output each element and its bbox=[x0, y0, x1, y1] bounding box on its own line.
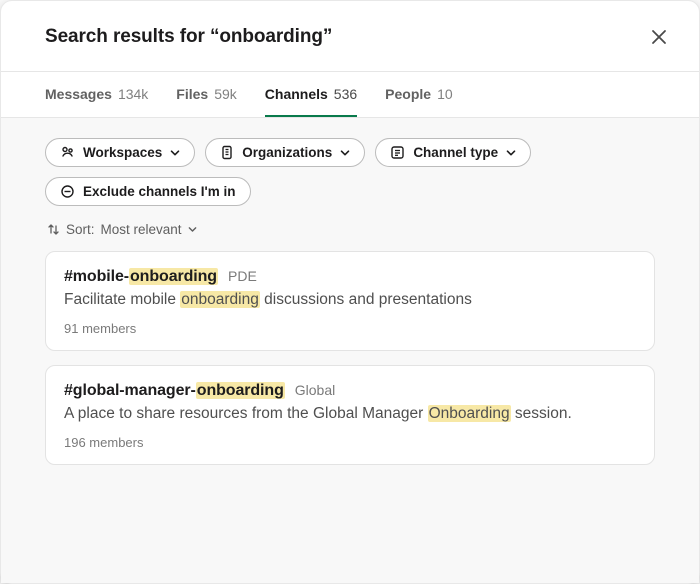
filter-exclude-my-channels[interactable]: Exclude channels I'm in bbox=[45, 177, 251, 206]
tab-count: 536 bbox=[334, 86, 357, 102]
close-icon bbox=[650, 28, 668, 46]
highlight: onboarding bbox=[129, 268, 218, 285]
channel-type-icon bbox=[390, 145, 405, 160]
highlight: onboarding bbox=[196, 382, 285, 399]
channel-result[interactable]: #mobile-onboarding PDE Facilitate mobile… bbox=[45, 251, 655, 351]
filter-row: Workspaces Organizations Channel type Ex… bbox=[45, 138, 655, 206]
member-count: 91 members bbox=[64, 321, 636, 336]
filter-label: Organizations bbox=[242, 145, 332, 160]
channel-name: #global-manager-onboarding bbox=[64, 382, 285, 400]
tab-label: Channels bbox=[265, 86, 328, 102]
filter-channel-type[interactable]: Channel type bbox=[375, 138, 531, 167]
highlight: onboarding bbox=[180, 291, 260, 308]
search-results-panel: Search results for “onboarding” Messages… bbox=[0, 0, 700, 584]
result-header: #mobile-onboarding PDE bbox=[64, 268, 636, 286]
tab-label: Files bbox=[176, 86, 208, 102]
tab-label: Messages bbox=[45, 86, 112, 102]
close-button[interactable] bbox=[645, 23, 673, 51]
tab-label: People bbox=[385, 86, 431, 102]
tab-count: 10 bbox=[437, 86, 453, 102]
highlight: Onboarding bbox=[428, 405, 511, 422]
channel-description: Facilitate mobile onboarding discussions… bbox=[64, 290, 636, 311]
channel-description: A place to share resources from the Glob… bbox=[64, 404, 636, 425]
filter-label: Channel type bbox=[413, 145, 498, 160]
tab-count: 134k bbox=[118, 86, 148, 102]
sort-icon bbox=[47, 223, 60, 236]
chevron-down-icon bbox=[170, 148, 180, 158]
result-header: #global-manager-onboarding Global bbox=[64, 382, 636, 400]
tab-messages[interactable]: Messages 134k bbox=[45, 72, 148, 117]
sort-control[interactable]: Sort: Most relevant bbox=[47, 222, 655, 237]
tab-count: 59k bbox=[214, 86, 237, 102]
chevron-down-icon bbox=[188, 225, 197, 234]
search-tabs: Messages 134k Files 59k Channels 536 Peo… bbox=[1, 72, 699, 118]
chevron-down-icon bbox=[506, 148, 516, 158]
channel-name: #mobile-onboarding bbox=[64, 268, 218, 286]
header: Search results for “onboarding” bbox=[1, 1, 699, 71]
sort-value: Most relevant bbox=[101, 222, 182, 237]
member-count: 196 members bbox=[64, 435, 636, 450]
tab-people[interactable]: People 10 bbox=[385, 72, 452, 117]
chevron-down-icon bbox=[340, 148, 350, 158]
channel-tag: PDE bbox=[228, 268, 257, 284]
sort-prefix: Sort: bbox=[66, 222, 95, 237]
page-title: Search results for “onboarding” bbox=[45, 26, 332, 48]
filter-label: Workspaces bbox=[83, 145, 162, 160]
results-body: Workspaces Organizations Channel type Ex… bbox=[1, 118, 699, 583]
channel-result[interactable]: #global-manager-onboarding Global A plac… bbox=[45, 365, 655, 465]
exclude-icon bbox=[60, 184, 75, 199]
channel-tag: Global bbox=[295, 382, 335, 398]
filter-organizations[interactable]: Organizations bbox=[205, 138, 365, 167]
tab-channels[interactable]: Channels 536 bbox=[265, 72, 357, 117]
filter-label: Exclude channels I'm in bbox=[83, 184, 236, 199]
filter-workspaces[interactable]: Workspaces bbox=[45, 138, 195, 167]
workspace-icon bbox=[60, 145, 75, 160]
tab-files[interactable]: Files 59k bbox=[176, 72, 236, 117]
organization-icon bbox=[220, 145, 234, 160]
